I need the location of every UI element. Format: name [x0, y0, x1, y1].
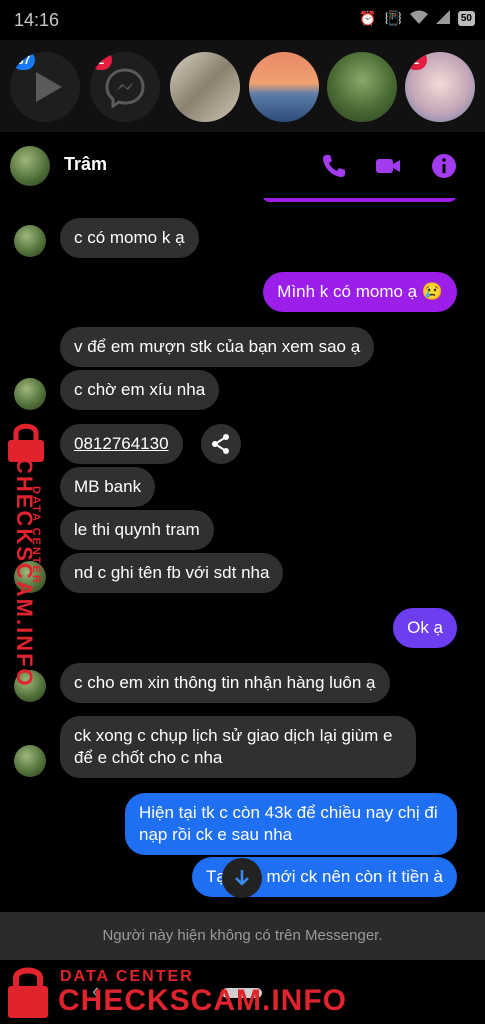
sender-avatar	[14, 670, 46, 702]
outgoing-message[interactable]: Ok ạ	[393, 608, 457, 648]
outgoing-message[interactable]: Mình k có momo ạ 😢	[263, 272, 457, 312]
unread-badge: 2	[405, 52, 427, 70]
forest-chat-head[interactable]	[327, 52, 397, 122]
alarm-icon: ⏰	[359, 10, 377, 26]
phone-call-icon[interactable]	[320, 152, 348, 180]
incoming-message[interactable]: v để em mượn stk của bạn xem sao ạ	[60, 327, 375, 367]
unavailable-notice: Người này hiện không có trên Messenger.	[0, 912, 485, 960]
padlock-watermark-icon	[8, 967, 48, 1018]
previous-message-fragment	[262, 198, 457, 202]
sunset-chat-head[interactable]	[249, 52, 319, 122]
battery-icon: 50	[457, 11, 475, 26]
contact-avatar[interactable]	[10, 146, 50, 186]
chat-heads-row: 37 2 2	[0, 40, 485, 132]
portrait-chat-head[interactable]: 2	[405, 52, 475, 122]
incoming-message[interactable]: MB bank	[60, 467, 156, 507]
home-nav-pill[interactable]	[222, 988, 262, 998]
share-button[interactable]	[201, 424, 241, 464]
sender-avatar	[14, 745, 46, 777]
message-list[interactable]: c có momo k ạ Mình k có momo ạ 😢 v để em…	[0, 198, 485, 910]
incoming-message[interactable]: c cho em xin thông tin nhận hàng luôn ạ	[60, 663, 390, 703]
wifi-icon	[409, 10, 428, 27]
conversation-header: Trâm	[0, 132, 485, 198]
phone-number-link[interactable]: 0812764130	[60, 424, 183, 464]
sender-avatar	[14, 378, 46, 410]
video-call-icon[interactable]	[374, 152, 402, 180]
incoming-message[interactable]: ck xong c chụp lịch sử giao dịch lại giù…	[60, 716, 416, 778]
scroll-to-bottom-button[interactable]	[222, 858, 262, 898]
status-time: 14:16	[14, 10, 60, 30]
incoming-message[interactable]: c có momo k ạ	[60, 218, 199, 258]
signal-icon	[435, 10, 450, 27]
incoming-message[interactable]: le thi quynh tram	[60, 510, 214, 550]
contact-name[interactable]: Trâm	[64, 154, 107, 175]
vibrate-icon: 📳	[384, 10, 402, 26]
incoming-message[interactable]: nd c ghi tên fb với sdt nha	[60, 553, 284, 593]
arrow-down-icon	[235, 870, 249, 886]
back-nav-icon[interactable]: ‹	[92, 978, 99, 1004]
sender-avatar	[14, 225, 46, 257]
unread-badge: 2	[90, 52, 112, 70]
incoming-message[interactable]: c chờ em xíu nha	[60, 370, 220, 410]
status-bar: 14:16 ⏰ 📳 50	[0, 0, 485, 40]
sender-avatar	[14, 561, 46, 593]
system-nav-bar: ‹	[0, 960, 485, 1024]
group-chat-head[interactable]	[170, 52, 240, 122]
outgoing-message[interactable]: Hiện tại tk c còn 43k để chiều nay chị đ…	[125, 793, 457, 855]
info-icon[interactable]	[430, 152, 458, 180]
video-chat-head[interactable]: 37	[10, 52, 80, 122]
padlock-watermark-icon	[8, 423, 44, 462]
status-icons: ⏰ 📳 50	[359, 10, 475, 27]
share-icon	[212, 434, 229, 454]
messenger-chat-head[interactable]: 2	[90, 52, 160, 122]
